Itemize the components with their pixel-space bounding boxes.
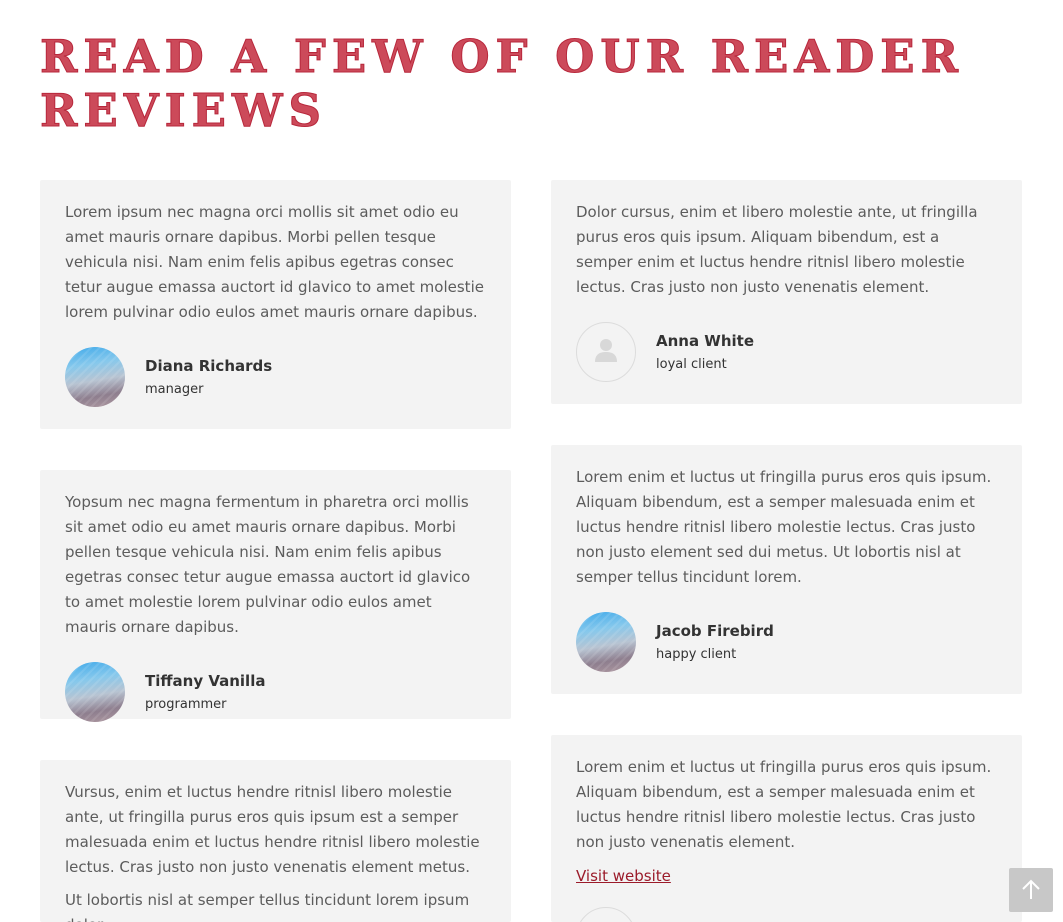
- avatar: [65, 662, 125, 722]
- review-quote-paragraph: Ut lobortis nisl at semper tellus tincid…: [65, 891, 470, 922]
- author-role: happy client: [656, 646, 737, 662]
- review-quote: Vursus, enim et luctus hendre ritnisl li…: [65, 780, 486, 922]
- author-role: manager: [145, 381, 204, 397]
- avatar: [576, 907, 636, 922]
- author-role: loyal client: [656, 356, 727, 372]
- user-silhouette-icon: [593, 337, 619, 367]
- review-author: Tiffany Vanilla programmer: [65, 662, 486, 722]
- review-quote: Yopsum nec magna fermentum in pharetra o…: [65, 493, 471, 636]
- review-quote: Lorem enim et luctus ut fringilla purus …: [576, 758, 992, 851]
- author-name: Anna White: [656, 331, 755, 350]
- author-name: Diana Richards: [145, 356, 273, 375]
- scroll-to-top-button[interactable]: [1009, 868, 1053, 912]
- review-card: Yopsum nec magna fermentum in pharetra o…: [40, 470, 511, 722]
- review-quote: Dolor cursus, enim et libero molestie an…: [576, 203, 978, 296]
- page-title: Read a few of our reader reviews: [40, 30, 964, 138]
- review-card: Lorem ipsum nec magna orci mollis sit am…: [40, 180, 511, 429]
- review-card: Lorem enim et luctus ut fringilla purus …: [551, 735, 1022, 922]
- review-author: Anna White loyal client: [576, 322, 997, 382]
- review-card: Lorem enim et luctus ut fringilla purus …: [551, 445, 1022, 694]
- author-name: Jacob Firebird: [656, 621, 774, 640]
- review-quote: Lorem ipsum nec magna orci mollis sit am…: [65, 203, 484, 321]
- review-quote-paragraph: Vursus, enim et luctus hendre ritnisl li…: [65, 783, 480, 876]
- review-author: Diana Richards manager: [65, 347, 486, 407]
- visit-website-link[interactable]: Visit website: [576, 867, 671, 885]
- avatar: [65, 347, 125, 407]
- review-card: Dolor cursus, enim et libero molestie an…: [551, 180, 1022, 404]
- avatar: [576, 612, 636, 672]
- review-card: Vursus, enim et luctus hendre ritnisl li…: [40, 760, 511, 922]
- author-role: programmer: [145, 696, 227, 712]
- review-author: Jacob Firebird happy client: [576, 612, 997, 672]
- author-name: Tiffany Vanilla: [145, 671, 266, 690]
- avatar: [576, 322, 636, 382]
- review-quote: Lorem enim et luctus ut fringilla purus …: [576, 468, 992, 586]
